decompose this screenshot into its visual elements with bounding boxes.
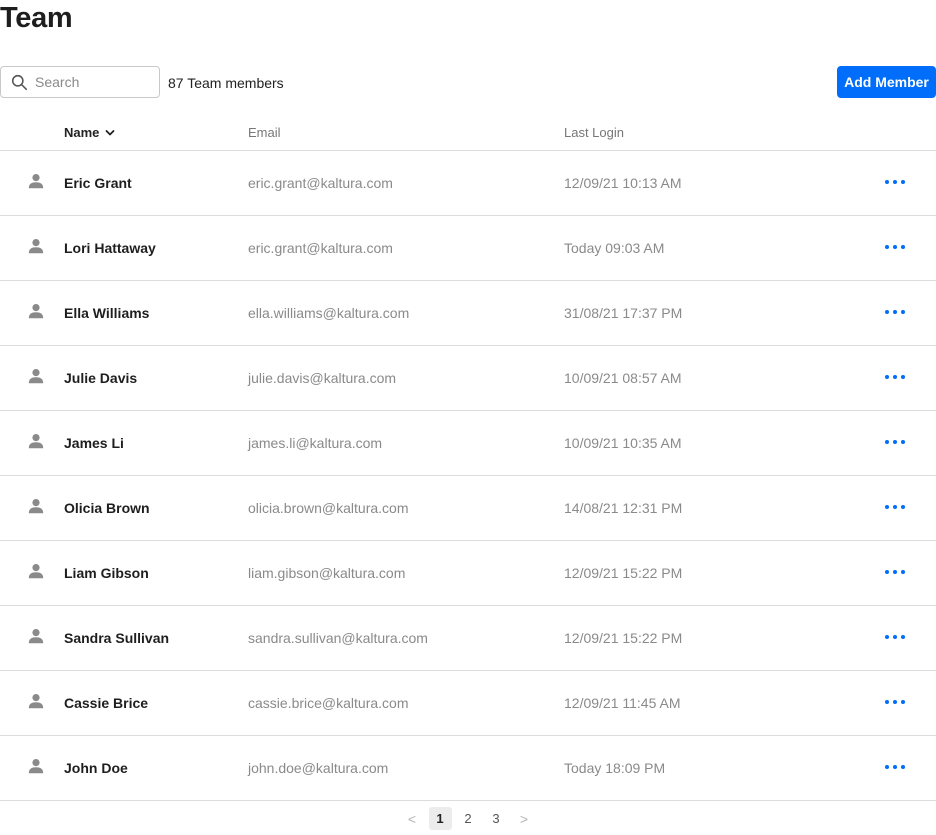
member-name: Cassie Brice [64,695,149,711]
member-name: John Doe [64,760,128,776]
table-row[interactable]: Ella Williams ella.williams@kaltura.com 31… [0,281,936,346]
table-body: Eric Grant eric.grant@kaltura.com 12/09/21… [0,151,936,801]
member-email: cassie.brice@kaltura.com [248,695,409,711]
more-horizontal-icon[interactable] [885,369,905,385]
more-horizontal-icon[interactable] [885,499,905,515]
more-horizontal-icon[interactable] [885,304,905,320]
member-last-login: 12/09/21 11:45 AM [564,695,681,711]
member-email: james.li@kaltura.com [248,435,383,451]
member-last-login: 10/09/21 08:57 AM [564,370,682,386]
user-avatar-icon [28,498,44,514]
chevron-down-icon [106,129,115,135]
member-email: eric.grant@kaltura.com [248,240,393,256]
member-email: julie.davis@kaltura.com [248,370,397,386]
table-row[interactable]: Sandra Sullivan sandra.sullivan@kaltura.c… [0,606,936,671]
table-row[interactable]: John Doe john.doe@kaltura.com Today 18:09 … [0,736,936,801]
pagination: < 1 2 3 > [0,806,936,831]
member-email: ella.williams@kaltura.com [248,305,410,321]
user-avatar-icon [28,238,44,254]
pagination-page-3[interactable]: 3 [485,807,508,830]
member-email: john.doe@kaltura.com [248,760,389,776]
member-name: Sandra Sullivan [64,630,170,646]
pagination-page-2[interactable]: 2 [457,807,480,830]
pagination-prev-button[interactable]: < [401,807,424,830]
more-horizontal-icon[interactable] [885,759,905,775]
member-last-login: Today 18:09 PM [564,760,666,776]
more-horizontal-icon[interactable] [885,629,905,645]
search-input[interactable] [35,74,135,90]
user-avatar-icon [28,628,44,644]
user-avatar-icon [28,693,44,709]
table-row[interactable]: Eric Grant eric.grant@kaltura.com 12/09/21… [0,151,936,216]
member-name: Eric Grant [64,175,132,191]
member-email: sandra.sullivan@kaltura.com [248,630,428,646]
member-count: 87 Team members [168,75,284,91]
user-avatar-icon [28,368,44,384]
more-horizontal-icon[interactable] [885,694,905,710]
user-avatar-icon [28,173,44,189]
column-header-name-label: Name [64,125,100,140]
table-row[interactable]: James Li james.li@kaltura.com 10/09/21 10:… [0,411,936,476]
member-name: Lori Hattaway [64,240,156,256]
member-name: Julie Davis [64,370,138,386]
member-email: olicia.brown@kaltura.com [248,500,409,516]
search-box[interactable] [0,66,160,98]
member-last-login: 12/09/21 15:22 PM [564,630,683,646]
table-row[interactable]: Cassie Brice cassie.brice@kaltura.com 12/0… [0,671,936,736]
member-last-login: 12/09/21 10:13 AM [564,175,682,191]
table-row[interactable]: Julie Davis julie.davis@kaltura.com 10/09/… [0,346,936,411]
table-header: Name Email Last Login [0,114,936,151]
pagination-page-1[interactable]: 1 [428,807,452,830]
table-row[interactable]: Liam Gibson liam.gibson@kaltura.com 12/09/… [0,541,936,606]
column-header-email[interactable]: Email [248,125,281,140]
member-last-login: 31/08/21 17:37 PM [564,305,683,321]
team-table: Name Email Last Login Eric Grant eric.gra… [0,114,936,801]
page-title: Team [0,2,73,34]
more-horizontal-icon[interactable] [885,434,905,450]
more-horizontal-icon[interactable] [885,564,905,580]
member-name: James Li [64,435,124,451]
member-name: Liam Gibson [64,565,149,581]
member-name: Ella Williams [64,305,150,321]
column-header-name[interactable]: Name [64,125,115,140]
more-horizontal-icon[interactable] [885,239,905,255]
member-email: eric.grant@kaltura.com [248,175,393,191]
search-icon [11,74,28,90]
user-avatar-icon [28,303,44,319]
member-last-login: 10/09/21 10:35 AM [564,435,682,451]
add-member-button[interactable]: Add Member [837,66,936,98]
column-header-last-login[interactable]: Last Login [564,125,624,140]
table-row[interactable]: Lori Hattaway eric.grant@kaltura.com Today… [0,216,936,281]
user-avatar-icon [28,758,44,774]
member-last-login: Today 09:03 AM [564,240,665,256]
member-email: liam.gibson@kaltura.com [248,565,406,581]
member-last-login: 14/08/21 12:31 PM [564,500,683,516]
pagination-next-button[interactable]: > [513,807,536,830]
table-row[interactable]: Olicia Brown olicia.brown@kaltura.com 14/0… [0,476,936,541]
more-horizontal-icon[interactable] [885,174,905,190]
member-last-login: 12/09/21 15:22 PM [564,565,683,581]
member-name: Olicia Brown [64,500,150,516]
user-avatar-icon [28,433,44,449]
user-avatar-icon [28,563,44,579]
